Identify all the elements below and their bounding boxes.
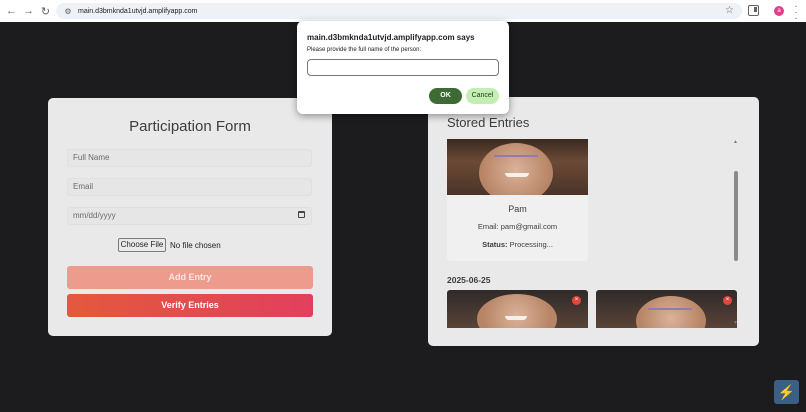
entry-card: Pam Email: pam@gmail.com Status: Process… xyxy=(447,139,588,261)
scroll-up-arrow-icon[interactable]: ▲ xyxy=(733,139,738,145)
participation-form: Participation Form Full Name Email mm/dd… xyxy=(48,98,332,336)
entry-photo xyxy=(447,139,588,195)
entry-email-value: pam@gmail.com xyxy=(500,222,558,231)
dialog-message: Please provide the full name of the pers… xyxy=(307,47,422,53)
back-arrow-icon[interactable]: ← xyxy=(3,0,20,22)
reload-icon[interactable]: ↻ xyxy=(37,0,54,22)
choose-file-button[interactable]: Choose File xyxy=(118,238,166,252)
prompt-dialog: main.d3bmknda1utvjd.amplifyapp.com says … xyxy=(297,21,509,114)
kebab-menu-icon[interactable]: · · · xyxy=(793,2,799,24)
entry-status-value: Processing... xyxy=(509,240,553,249)
lightning-extension-icon[interactable]: ⚡ xyxy=(774,380,799,404)
verify-entries-button[interactable]: Verify Entries xyxy=(67,294,313,317)
scroll-down-arrow-icon[interactable]: ▼ xyxy=(733,320,738,326)
site-settings-icon[interactable]: ⚙ xyxy=(61,7,75,16)
email-input[interactable]: Email xyxy=(67,178,312,196)
entry-email: Email: pam@gmail.com xyxy=(447,222,588,231)
forward-arrow-icon[interactable]: → xyxy=(20,0,37,22)
add-entry-button[interactable]: Add Entry xyxy=(67,266,313,289)
ok-button[interactable]: OK xyxy=(429,88,462,104)
browser-toolbar: ← → ↻ ⚙ main.d3bmknda1utvjd.amplifyapp.c… xyxy=(0,0,806,24)
cancel-button[interactable]: Cancel xyxy=(466,88,499,104)
dialog-input[interactable] xyxy=(307,59,499,76)
side-panel-icon[interactable] xyxy=(748,5,759,16)
entry-thumbnail[interactable]: × xyxy=(596,290,737,328)
remove-icon[interactable]: × xyxy=(723,296,732,305)
entry-email-label: Email: xyxy=(477,222,499,231)
profile-avatar[interactable]: a xyxy=(774,6,784,16)
remove-icon[interactable]: × xyxy=(572,296,581,305)
date-group-heading: 2025-06-25 xyxy=(447,275,491,285)
form-title: Participation Form xyxy=(129,118,251,135)
date-placeholder: mm/dd/yyyy xyxy=(73,211,116,220)
calendar-icon[interactable] xyxy=(298,211,305,218)
stored-entries-panel: Stored Entries Pam Email: pam@gmail.com … xyxy=(428,97,759,346)
file-input: Choose File No file chosen xyxy=(118,238,221,252)
file-status: No file chosen xyxy=(170,240,221,250)
entries-title: Stored Entries xyxy=(447,115,530,130)
entry-status: Status: Processing... xyxy=(447,240,588,249)
entry-name: Pam xyxy=(508,204,527,214)
address-bar[interactable]: ⚙ main.d3bmknda1utvjd.amplifyapp.com ☆ xyxy=(56,3,742,19)
dialog-title: main.d3bmknda1utvjd.amplifyapp.com says xyxy=(307,33,475,42)
entry-thumbnail[interactable]: × xyxy=(447,290,588,328)
bookmark-star-icon[interactable]: ☆ xyxy=(725,5,734,16)
scrollbar-thumb[interactable] xyxy=(734,171,738,261)
url-text: main.d3bmknda1utvjd.amplifyapp.com xyxy=(78,7,198,15)
full-name-input[interactable]: Full Name xyxy=(67,149,312,167)
entry-status-label: Status: xyxy=(482,240,508,249)
date-input[interactable]: mm/dd/yyyy xyxy=(67,207,312,225)
